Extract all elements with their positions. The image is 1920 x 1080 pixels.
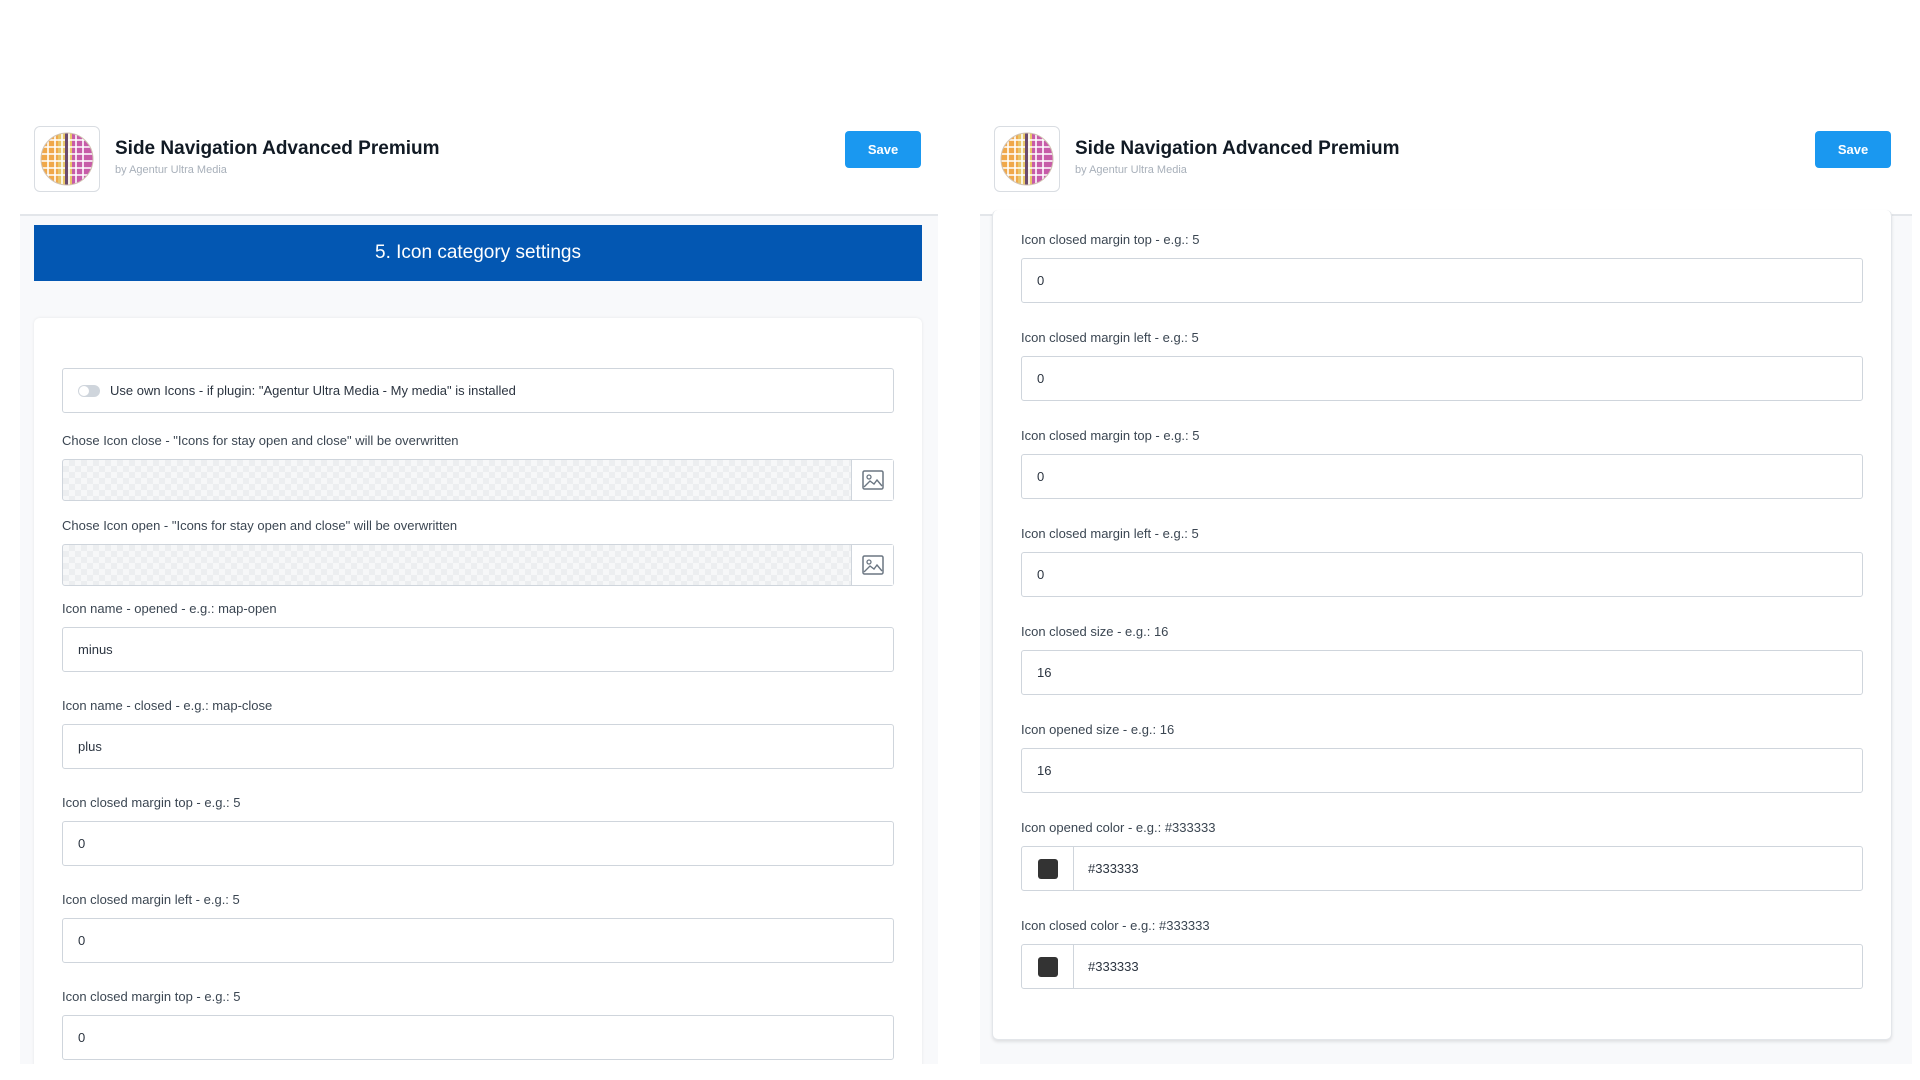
app-vendor: by Agentur Ultra Media bbox=[1075, 164, 1187, 176]
top-spacer bbox=[980, 0, 1912, 126]
color-swatch-button[interactable] bbox=[1022, 945, 1074, 988]
closed-color-field: Icon closed color - e.g.: #333333 #33333… bbox=[1021, 918, 1863, 989]
field-label: Icon opened color - e.g.: #333333 bbox=[1021, 820, 1216, 835]
margin-top-input-2[interactable]: 0 bbox=[62, 1015, 894, 1060]
icon-open-picker-field: Chose Icon open - "Icons for stay open a… bbox=[62, 518, 894, 586]
icon-name-closed-field: Icon name - closed - e.g.: map-close plu… bbox=[62, 698, 894, 769]
image-picker-button[interactable] bbox=[851, 460, 893, 500]
icon-close-image-input[interactable] bbox=[62, 459, 894, 501]
field-label: Icon name - closed - e.g.: map-close bbox=[62, 698, 273, 713]
image-icon bbox=[861, 470, 884, 490]
app-vendor: by Agentur Ultra Media bbox=[115, 164, 227, 176]
own-icons-toggle-label: Use own Icons - if plugin: "Agentur Ultr… bbox=[110, 383, 516, 398]
field-label: Icon closed color - e.g.: #333333 bbox=[1021, 918, 1210, 933]
app-logo-icon bbox=[994, 126, 1060, 192]
icon-name-opened-field: Icon name - opened - e.g.: map-open minu… bbox=[62, 601, 894, 672]
opened-size-field: Icon opened size - e.g.: 16 16 bbox=[1021, 722, 1863, 793]
own-icons-toggle-row[interactable]: Use own Icons - if plugin: "Agentur Ultr… bbox=[62, 368, 894, 413]
image-icon bbox=[861, 555, 884, 575]
toggle-switch-icon[interactable] bbox=[78, 384, 100, 397]
icon-open-image-input[interactable] bbox=[62, 544, 894, 586]
field-label: Icon closed margin left - e.g.: 5 bbox=[1021, 526, 1199, 541]
color-swatch bbox=[1037, 858, 1058, 879]
margin-top-field-2: Icon closed margin top - e.g.: 5 0 bbox=[62, 989, 894, 1060]
opened-size-input[interactable]: 16 bbox=[1021, 748, 1863, 793]
app-header: Side Navigation Advanced Premium by Agen… bbox=[980, 126, 1912, 216]
opened-color-value[interactable]: #333333 bbox=[1074, 847, 1139, 890]
icon-close-picker-field: Chose Icon close - "Icons for stay open … bbox=[62, 433, 894, 501]
field-label: Icon closed margin top - e.g.: 5 bbox=[62, 795, 241, 810]
margin-top-field: Icon closed margin top - e.g.: 5 0 bbox=[62, 795, 894, 866]
field-label: Icon closed margin top - e.g.: 5 bbox=[1021, 428, 1200, 443]
margin-left-input-2[interactable]: 0 bbox=[1021, 552, 1863, 597]
app-header: Side Navigation Advanced Premium by Agen… bbox=[20, 126, 938, 216]
margin-top-field: Icon closed margin top - e.g.: 5 0 bbox=[1021, 232, 1863, 303]
field-label: Chose Icon close - "Icons for stay open … bbox=[62, 433, 459, 448]
closed-color-input[interactable]: #333333 bbox=[1021, 944, 1863, 989]
field-label: Icon opened size - e.g.: 16 bbox=[1021, 722, 1175, 737]
app-title: Side Navigation Advanced Premium bbox=[1075, 138, 1400, 159]
app-logo-icon bbox=[34, 126, 100, 192]
closed-color-value[interactable]: #333333 bbox=[1074, 945, 1139, 988]
image-picker-button[interactable] bbox=[851, 545, 893, 585]
color-swatch-button[interactable] bbox=[1022, 847, 1074, 890]
opened-color-input[interactable]: #333333 bbox=[1021, 846, 1863, 891]
margin-left-field: Icon closed margin left - e.g.: 5 0 bbox=[1021, 330, 1863, 401]
top-spacer bbox=[20, 0, 938, 126]
margin-top-field-2: Icon closed margin top - e.g.: 5 0 bbox=[1021, 428, 1863, 499]
left-settings-panel: Side Navigation Advanced Premium by Agen… bbox=[20, 0, 938, 1064]
margin-top-input[interactable]: 0 bbox=[1021, 258, 1863, 303]
icon-name-opened-input[interactable]: minus bbox=[62, 627, 894, 672]
margin-left-input[interactable]: 0 bbox=[62, 918, 894, 963]
settings-card: Icon closed margin top - e.g.: 5 0 Icon … bbox=[992, 210, 1892, 1040]
margin-top-input[interactable]: 0 bbox=[62, 821, 894, 866]
icon-name-closed-input[interactable]: plus bbox=[62, 724, 894, 769]
color-swatch bbox=[1037, 956, 1058, 977]
save-button[interactable]: Save bbox=[1815, 131, 1891, 168]
margin-left-input[interactable]: 0 bbox=[1021, 356, 1863, 401]
margin-left-field-2: Icon closed margin left - e.g.: 5 0 bbox=[1021, 526, 1863, 597]
opened-color-field: Icon opened color - e.g.: #333333 #33333… bbox=[1021, 820, 1863, 891]
closed-size-field: Icon closed size - e.g.: 16 16 bbox=[1021, 624, 1863, 695]
save-button[interactable]: Save bbox=[845, 131, 921, 168]
field-label: Icon closed margin left - e.g.: 5 bbox=[62, 892, 240, 907]
settings-card: Use own Icons - if plugin: "Agentur Ultr… bbox=[34, 318, 922, 1064]
section-title-banner: 5. Icon category settings bbox=[34, 225, 922, 281]
field-label: Icon name - opened - e.g.: map-open bbox=[62, 601, 277, 616]
field-label: Chose Icon open - "Icons for stay open a… bbox=[62, 518, 458, 533]
margin-left-field: Icon closed margin left - e.g.: 5 0 bbox=[62, 892, 894, 963]
field-label: Icon closed margin top - e.g.: 5 bbox=[62, 989, 241, 1004]
right-settings-panel: Side Navigation Advanced Premium by Agen… bbox=[980, 0, 1912, 1064]
closed-size-input[interactable]: 16 bbox=[1021, 650, 1863, 695]
margin-top-input-2[interactable]: 0 bbox=[1021, 454, 1863, 499]
field-label: Icon closed size - e.g.: 16 bbox=[1021, 624, 1169, 639]
field-label: Icon closed margin top - e.g.: 5 bbox=[1021, 232, 1200, 247]
field-label: Icon closed margin left - e.g.: 5 bbox=[1021, 330, 1199, 345]
app-title: Side Navigation Advanced Premium bbox=[115, 138, 440, 159]
